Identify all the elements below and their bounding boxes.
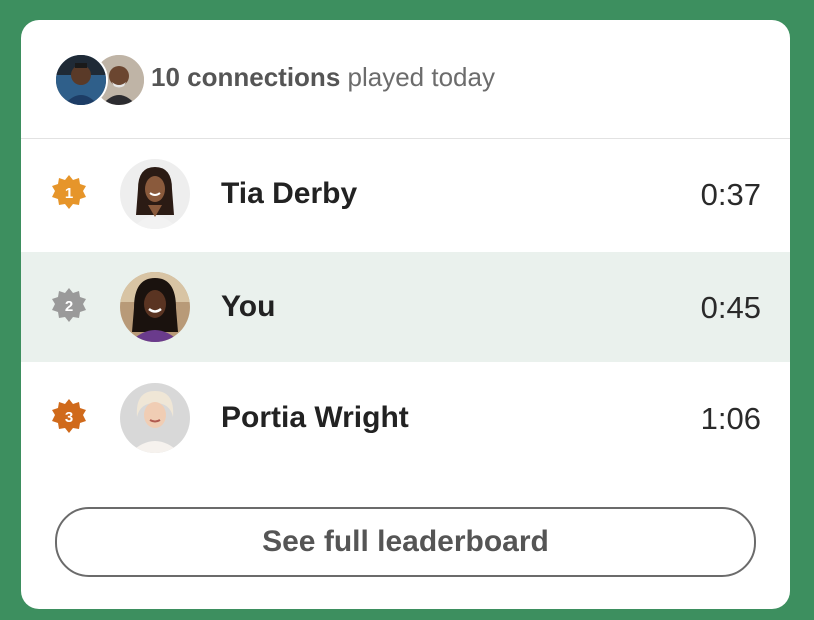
connections-count: 10 connections bbox=[151, 62, 341, 92]
player-name: You bbox=[221, 290, 276, 323]
leaderboard-card: 10 connections played today 1 Tia Derby … bbox=[21, 20, 790, 609]
avatar bbox=[120, 272, 190, 342]
rank-badge-icon: 2 bbox=[52, 288, 86, 322]
rank-number: 3 bbox=[65, 409, 73, 426]
rank-number: 2 bbox=[65, 298, 73, 315]
leaderboard-row[interactable]: 3 Portia Wright 1:06 bbox=[21, 363, 790, 473]
player-name: Tia Derby bbox=[221, 177, 358, 210]
player-time: 1:06 bbox=[700, 401, 761, 436]
connection-avatar bbox=[54, 53, 108, 107]
see-full-leaderboard-button[interactable]: See full leaderboard bbox=[55, 507, 756, 577]
rank-badge-icon: 3 bbox=[52, 399, 86, 433]
connection-avatars bbox=[54, 53, 146, 107]
leaderboard-row-you[interactable]: 2 You 0:45 bbox=[21, 252, 790, 362]
leaderboard-row[interactable]: 1 Tia Derby 0:37 bbox=[21, 139, 790, 249]
avatar bbox=[120, 159, 190, 229]
rank-number: 1 bbox=[65, 185, 73, 202]
connections-played-text: 10 connections played today bbox=[151, 62, 495, 93]
played-today-label: played today bbox=[347, 62, 495, 92]
player-time: 0:45 bbox=[700, 290, 761, 325]
rank-badge-icon: 1 bbox=[52, 175, 86, 209]
connections-header: 10 connections played today bbox=[21, 20, 790, 139]
player-time: 0:37 bbox=[700, 177, 761, 212]
avatar bbox=[120, 383, 190, 453]
player-name: Portia Wright bbox=[221, 401, 409, 434]
